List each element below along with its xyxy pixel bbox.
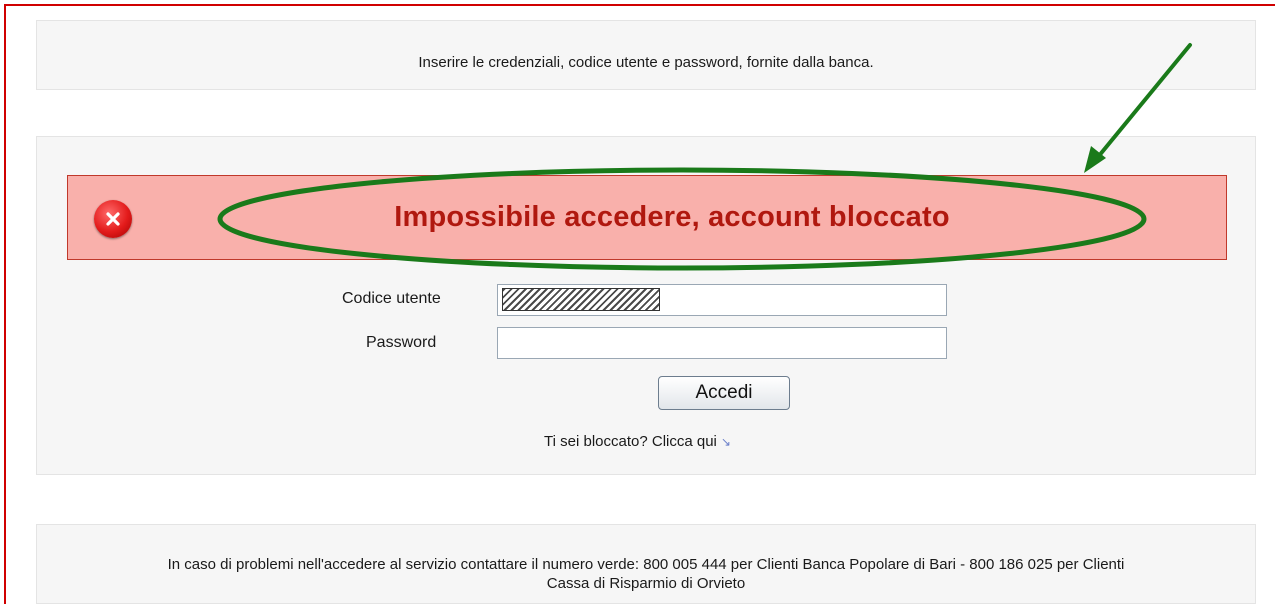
password-input[interactable] [497, 327, 947, 359]
help-panel: In caso di problemi nell'accedere al ser… [36, 524, 1256, 604]
link-arrow-icon: ↘ [720, 435, 731, 449]
error-banner: Impossibile accedere, account bloccato [67, 175, 1227, 260]
login-button[interactable]: Accedi [658, 376, 790, 410]
info-panel: Inserire le credenziali, codice utente e… [36, 20, 1256, 90]
info-text: Inserire le credenziali, codice utente e… [418, 54, 874, 71]
blocked-account-link[interactable]: Ti sei bloccato? Clicca qui ↘ [544, 433, 731, 450]
blocked-link-row: Ti sei bloccato? Clicca qui ↘ [0, 433, 1275, 450]
error-message: Impossibile accedere, account bloccato [394, 201, 950, 233]
user-code-input[interactable] [497, 284, 947, 316]
blocked-link-text: Ti sei bloccato? Clicca qui [544, 433, 717, 450]
user-code-label: Codice utente [342, 290, 441, 307]
help-text: In caso di problemi nell'accedere al ser… [167, 556, 1125, 592]
masked-user-code [502, 288, 660, 311]
password-label: Password [366, 334, 437, 351]
